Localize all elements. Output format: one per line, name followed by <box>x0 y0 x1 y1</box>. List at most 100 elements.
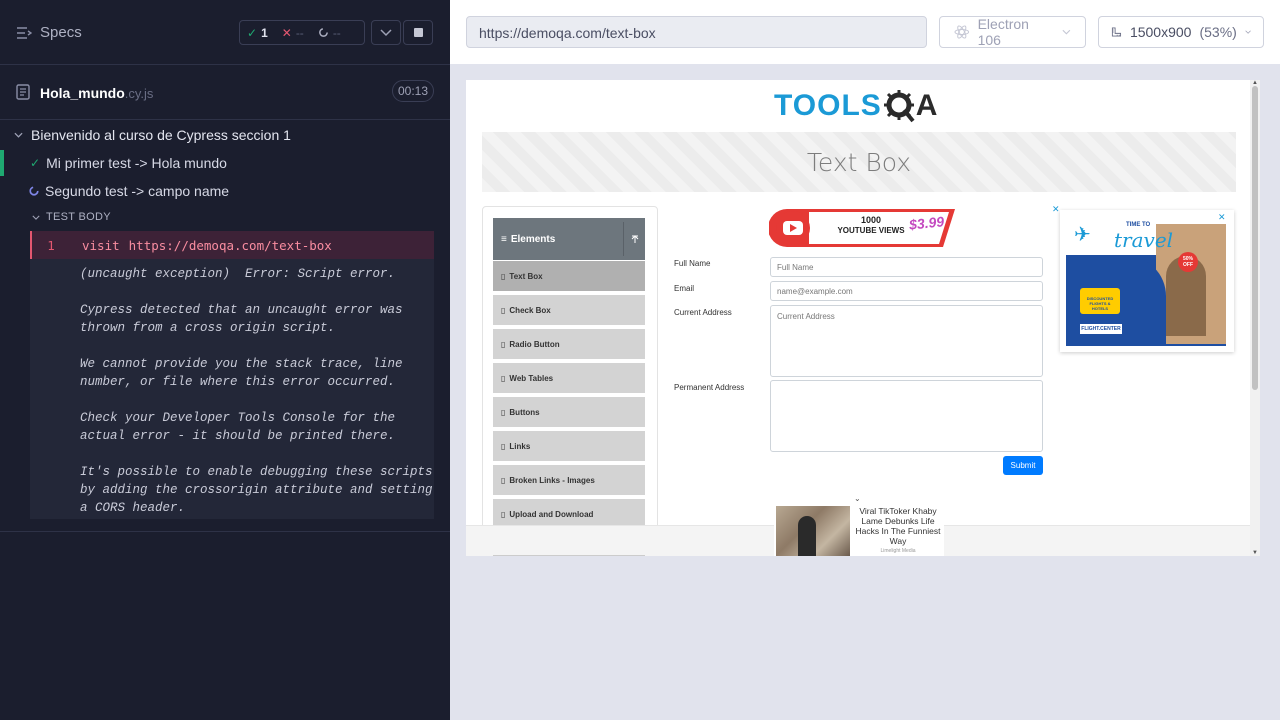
specs-label: Specs <box>40 24 82 41</box>
permanent-address-textarea[interactable] <box>770 380 1043 452</box>
current-address-textarea[interactable]: Current Address <box>770 305 1043 377</box>
sidebar-group-elements[interactable]: ≡ Elements <box>493 218 645 260</box>
viewport-scale: (53%) <box>1199 24 1237 40</box>
email-label: Email <box>674 284 695 293</box>
ad-badge: 50% OFF <box>1178 252 1198 272</box>
specs-button[interactable]: Specs <box>16 24 82 41</box>
sidebar-item-links[interactable]: ▯ Links <box>493 431 645 463</box>
failed-count: -- <box>295 25 304 40</box>
failed-stat: ✕ -- <box>275 26 311 40</box>
command-row[interactable]: 1 visit https://demoqa.com/text-box <box>30 231 434 259</box>
divider <box>0 531 450 532</box>
sidebar-item-broken-links[interactable]: ▯ Broken Links - Images <box>493 465 645 497</box>
file-icon <box>16 84 30 100</box>
ad-headline: Viral TikToker Khaby Lame Debunks Life H… <box>855 506 941 546</box>
test-item-running[interactable]: Segundo test -> campo name <box>0 178 450 204</box>
sidebar-item-check-box[interactable]: ▯ Check Box <box>493 295 645 327</box>
command-arg: https://demoqa.com/text-box <box>128 237 332 253</box>
scroll-down-icon: ▼ <box>1252 550 1258 556</box>
file-icon: ▯ <box>501 305 506 315</box>
test-item-passed[interactable]: ✓ Mi primer test -> Hola mundo <box>0 150 450 176</box>
file-icon: ▯ <box>501 373 506 383</box>
command-name: visit <box>82 237 120 253</box>
error-paragraph: Cypress detected that an uncaught error … <box>80 303 403 335</box>
aut-scrollbar[interactable]: ▲ ▼ <box>1250 80 1260 556</box>
x-icon: ✕ <box>281 25 292 40</box>
sidebar-item-web-tables[interactable]: ▯ Web Tables <box>493 363 645 395</box>
scrollbar-thumb[interactable] <box>1252 86 1258 390</box>
error-paragraph: It's possible to enable debugging these … <box>80 465 433 515</box>
file-icon: ▯ <box>501 339 506 349</box>
test-body-label: TEST BODY <box>46 211 111 223</box>
reporter-panel: Specs ✓ 1 ✕ -- -- Hola_mundo.cy.js 00:13… <box>0 0 450 720</box>
youtube-views-ad[interactable]: 1000 YOUTUBE VIEWS $3.99 <box>768 207 959 249</box>
gear-icon <box>883 90 915 123</box>
passed-stat: ✓ 1 <box>240 26 275 40</box>
close-icon[interactable]: ✕ <box>1052 204 1060 215</box>
sidebar-item-text-box[interactable]: ▯ Text Box <box>493 261 645 293</box>
stop-button[interactable] <box>403 20 433 45</box>
sidebar-item-label: Links <box>509 441 531 451</box>
app-under-test: TOOLS A Text Box ≡ Elements ▯ Text Box ▯ C… <box>466 80 1260 556</box>
pending-stat: -- <box>311 26 348 40</box>
list-icon <box>17 26 32 39</box>
error-paragraph: Check your Developer Tools Console for t… <box>80 411 396 443</box>
ad-box: DISCOUNTED FLIGHTS & HOTELS <box>1080 288 1120 314</box>
logo-text: TOOLS <box>774 89 882 122</box>
ad-person <box>798 516 816 556</box>
ad-line2: YOUTUBE VIEWS <box>837 226 905 235</box>
pass-indicator <box>0 150 4 176</box>
sidebar-item-label: Radio Button <box>509 339 560 349</box>
electron-icon <box>954 25 970 39</box>
current-address-label: Current Address <box>674 308 732 317</box>
chevron-down-icon <box>32 215 40 220</box>
check-icon: ✓ <box>247 25 258 40</box>
logo-text: A <box>915 89 939 122</box>
file-icon: ▯ <box>501 441 506 451</box>
test-stats: ✓ 1 ✕ -- -- <box>239 20 365 45</box>
sidebar-item-buttons[interactable]: ▯ Buttons <box>493 397 645 429</box>
command-number: 1 <box>47 237 55 253</box>
ad-brand: FLIGHT.CENTER <box>1080 324 1122 334</box>
sidebar-item-radio-button[interactable]: ▯ Radio Button <box>493 329 645 361</box>
full-name-input[interactable]: Full Name <box>770 257 1043 277</box>
file-icon: ▯ <box>501 407 506 417</box>
sidebar-item-label: Web Tables <box>509 373 554 383</box>
ad-image: ✈ TIME TO travel 50% OFF DISCOUNTED FLIG… <box>1066 216 1226 346</box>
browser-selector[interactable]: Electron 106 <box>939 16 1086 48</box>
sidebar-item-label: Check Box <box>509 305 551 315</box>
auto-scroll-button[interactable] <box>371 20 401 45</box>
ad-line1: 1000 <box>860 215 882 225</box>
spec-header: Hola_mundo.cy.js 00:13 <box>0 66 450 120</box>
sidebar-item-label: Text Box <box>509 271 543 281</box>
page-title: Text Box <box>806 148 912 177</box>
url-bar[interactable]: https://demoqa.com/text-box <box>466 16 927 48</box>
chevron-down-icon <box>14 132 23 138</box>
hamburger-icon: ≡ <box>501 233 507 245</box>
spinner-icon <box>29 186 39 196</box>
reporter-header: Specs ✓ 1 ✕ -- -- <box>0 0 450 65</box>
test-title: Segundo test -> campo name <box>45 183 230 199</box>
toolsqa-logo[interactable]: TOOLS A <box>774 88 938 124</box>
tiktok-ad[interactable]: Viral TikToker Khaby Lame Debunks Life H… <box>774 502 944 556</box>
viewport-selector[interactable]: 1500x900 (53%) <box>1098 16 1264 48</box>
file-icon: ▯ <box>501 475 506 485</box>
error-heading: (uncaught exception) Error: Script error… <box>80 267 396 281</box>
close-icon[interactable]: ✕ <box>1218 212 1226 223</box>
airplane-icon: ✈ <box>1074 224 1091 246</box>
email-input[interactable]: name@example.com <box>770 281 1043 301</box>
sidebar-item-label: Upload and Download <box>509 509 594 519</box>
file-icon: ▯ <box>501 271 506 281</box>
ad-source: Limelight Media <box>880 548 916 554</box>
test-title: Mi primer test -> Hola mundo <box>46 155 227 171</box>
error-message: (uncaught exception) Error: Script error… <box>30 259 434 519</box>
spec-name: Hola_mundo <box>40 85 125 101</box>
suite-label: Bienvenido al curso de Cypress seccion 1 <box>31 127 291 143</box>
passed-count: 1 <box>261 25 268 40</box>
travel-ad[interactable]: ✈ TIME TO travel 50% OFF DISCOUNTED FLIG… <box>1060 210 1234 352</box>
chevron-down-icon <box>380 28 392 36</box>
sidebar-item-label: Buttons <box>509 407 540 417</box>
test-body-toggle[interactable]: TEST BODY <box>32 211 111 223</box>
suite-title[interactable]: Bienvenido al curso de Cypress seccion 1 <box>14 127 291 143</box>
submit-button[interactable]: Submit <box>1003 456 1043 475</box>
